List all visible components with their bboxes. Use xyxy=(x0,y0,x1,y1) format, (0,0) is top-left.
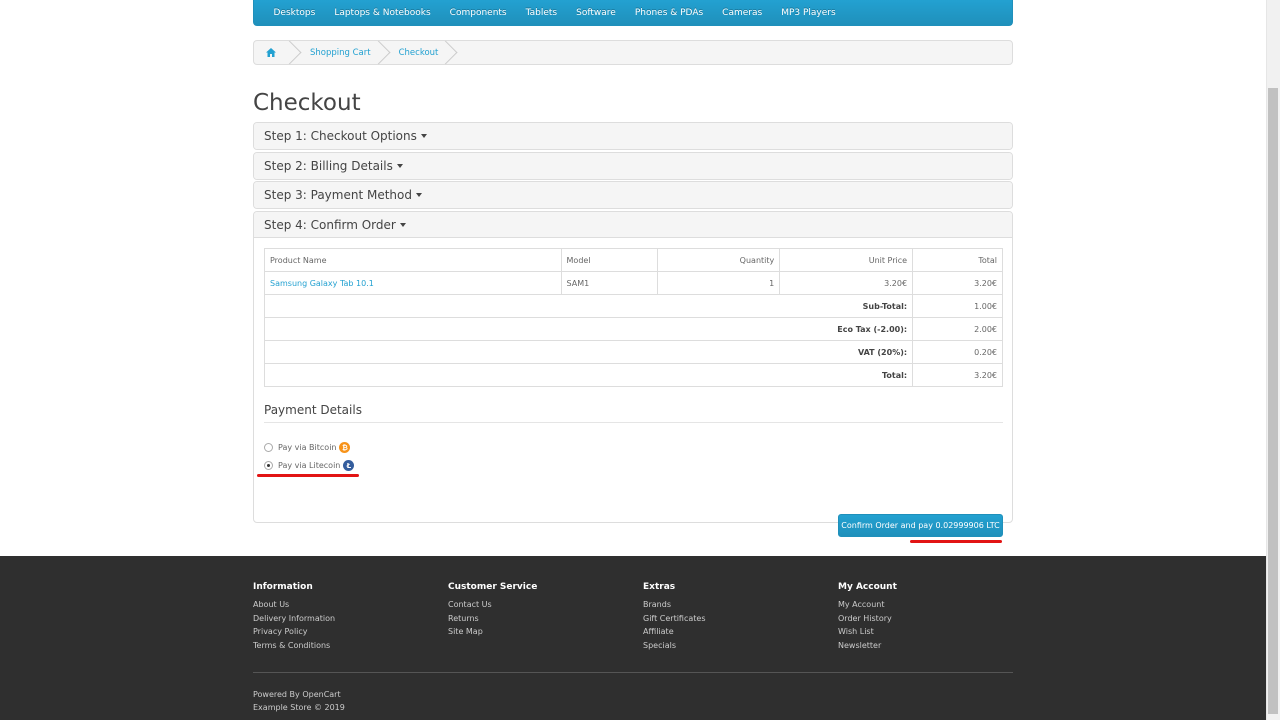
footer-link[interactable]: Affiliate xyxy=(643,627,706,637)
caret-down-icon xyxy=(396,164,403,168)
header-quantity: Quantity xyxy=(657,248,781,272)
powered-by-prefix: Powered By xyxy=(253,690,300,699)
litecoin-highlight-underline xyxy=(257,474,359,477)
total-cell: 3.20€ xyxy=(912,271,1003,295)
litecoin-radio[interactable] xyxy=(264,461,273,470)
menu-item-desktops[interactable]: Desktops xyxy=(264,8,325,18)
footer-link[interactable]: Privacy Policy xyxy=(253,627,335,637)
copyright: Example Store © 2019 xyxy=(253,703,345,712)
table-row: Samsung Galaxy Tab 10.1 SAM1 1 3.20€ 3.2… xyxy=(264,271,1003,295)
menu-item-mp3[interactable]: MP3 Players xyxy=(772,8,845,18)
pay-bitcoin-option[interactable]: Pay via Bitcoin ₿ xyxy=(264,442,351,453)
menu-item-phones[interactable]: Phones & PDAs xyxy=(625,8,712,18)
menu-item-cameras[interactable]: Cameras xyxy=(713,8,772,18)
pay-litecoin-option[interactable]: Pay via Litecoin Ł xyxy=(264,460,355,471)
home-icon xyxy=(266,48,276,57)
confirm-order-button[interactable]: Confirm Order and pay 0.02999906 LTC xyxy=(838,514,1003,537)
menu-item-software[interactable]: Software xyxy=(567,8,626,18)
vat-row: VAT (20%): 0.20€ xyxy=(263,340,1003,364)
footer: Information About Us Delivery Informatio… xyxy=(0,556,1266,720)
step-2-heading[interactable]: Step 2: Billing Details xyxy=(254,153,1012,179)
eco-tax-value: 2.00€ xyxy=(912,317,1003,341)
step-4-panel: Step 4: Confirm Order Product Name Model… xyxy=(253,211,1013,543)
pay-litecoin-label: Pay via Litecoin xyxy=(278,461,341,470)
model-cell: SAM1 xyxy=(560,271,659,295)
footer-column-information: Information About Us Delivery Informatio… xyxy=(253,582,335,654)
footer-link[interactable]: Order History xyxy=(838,614,897,624)
footer-link[interactable]: Brands xyxy=(643,600,706,610)
footer-heading: My Account xyxy=(838,582,897,592)
footer-heading: Information xyxy=(253,582,313,592)
footer-link[interactable]: My Account xyxy=(838,600,897,610)
total-row: Total: 3.20€ xyxy=(263,363,1003,387)
page-scrollbar[interactable] xyxy=(1266,0,1280,720)
top-menu: Desktops Laptops & Notebooks Components … xyxy=(253,0,1013,26)
opencart-link[interactable]: OpenCart xyxy=(302,690,340,699)
caret-down-icon xyxy=(420,134,427,138)
breadcrumb: Shopping Cart Checkout xyxy=(253,40,1013,65)
step-1-panel: Step 1: Checkout Options xyxy=(253,122,1013,150)
step-3-heading[interactable]: Step 3: Payment Method xyxy=(254,182,1012,208)
menu-item-components[interactable]: Components xyxy=(440,8,516,18)
step-3-panel: Step 3: Payment Method xyxy=(253,181,1013,209)
subtotal-row: Sub-Total: 1.00€ xyxy=(263,294,1003,318)
pay-bitcoin-label: Pay via Bitcoin xyxy=(278,443,337,452)
breadcrumb-home[interactable] xyxy=(254,41,292,64)
scrollbar-thumb[interactable] xyxy=(1268,88,1278,714)
footer-link[interactable]: Delivery Information xyxy=(253,614,335,624)
unit-price-cell: 3.20€ xyxy=(779,271,914,295)
bitcoin-icon: ₿ xyxy=(339,442,351,453)
breadcrumb-shopping-cart[interactable]: Shopping Cart xyxy=(292,41,381,64)
caret-down-icon xyxy=(415,193,422,197)
footer-link[interactable]: Terms & Conditions xyxy=(253,641,335,651)
footer-link[interactable]: Specials xyxy=(643,641,706,651)
payment-details-title: Payment Details xyxy=(264,403,362,417)
step-4-heading[interactable]: Step 4: Confirm Order xyxy=(254,212,1012,238)
header-total: Total xyxy=(912,248,1003,272)
menu-item-tablets[interactable]: Tablets xyxy=(516,8,567,18)
eco-tax-label: Eco Tax (-2.00): xyxy=(263,317,914,341)
header-product-name: Product Name xyxy=(264,248,562,272)
footer-link[interactable]: About Us xyxy=(253,600,335,610)
footer-column-my-account: My Account My Account Order History Wish… xyxy=(838,582,897,654)
footer-heading: Extras xyxy=(643,582,676,592)
confirm-highlight-underline xyxy=(910,540,1002,543)
vat-label: VAT (20%): xyxy=(263,340,914,364)
step-2-panel: Step 2: Billing Details xyxy=(253,152,1013,180)
footer-link[interactable]: Wish List xyxy=(838,627,897,637)
table-header-row: Product Name Model Quantity Unit Price T… xyxy=(264,248,1003,272)
header-unit-price: Unit Price xyxy=(779,248,914,272)
footer-column-extras: Extras Brands Gift Certificates Affiliat… xyxy=(643,582,706,654)
payment-divider xyxy=(264,422,1003,423)
footer-column-customer-service: Customer Service Contact Us Returns Site… xyxy=(448,582,537,641)
caret-down-icon xyxy=(399,222,406,227)
footer-link[interactable]: Site Map xyxy=(448,627,537,637)
bitcoin-radio[interactable] xyxy=(264,443,273,452)
footer-divider xyxy=(253,672,1013,673)
step-1-heading[interactable]: Step 1: Checkout Options xyxy=(254,123,1012,149)
powered-by: Powered By OpenCart Example Store © 2019 xyxy=(253,688,345,714)
page-title: Checkout xyxy=(253,90,361,116)
order-table: Product Name Model Quantity Unit Price T… xyxy=(263,248,1003,387)
total-value: 3.20€ xyxy=(912,363,1003,387)
footer-heading: Customer Service xyxy=(448,582,538,592)
footer-link[interactable]: Gift Certificates xyxy=(643,614,706,624)
product-name-cell: Samsung Galaxy Tab 10.1 xyxy=(264,271,562,295)
header-model: Model xyxy=(560,248,659,272)
subtotal-label: Sub-Total: xyxy=(263,294,914,318)
total-label: Total: xyxy=(263,363,914,387)
footer-link[interactable]: Newsletter xyxy=(838,641,897,651)
litecoin-icon: Ł xyxy=(343,460,355,471)
subtotal-value: 1.00€ xyxy=(912,294,1003,318)
product-link[interactable]: Samsung Galaxy Tab 10.1 xyxy=(270,279,374,288)
footer-link[interactable]: Returns xyxy=(448,614,537,624)
breadcrumb-checkout[interactable]: Checkout xyxy=(381,41,449,64)
footer-link[interactable]: Contact Us xyxy=(448,600,537,610)
eco-tax-row: Eco Tax (-2.00): 2.00€ xyxy=(263,317,1003,341)
vat-value: 0.20€ xyxy=(912,340,1003,364)
menu-item-laptops[interactable]: Laptops & Notebooks xyxy=(325,8,440,18)
quantity-cell: 1 xyxy=(657,271,781,295)
